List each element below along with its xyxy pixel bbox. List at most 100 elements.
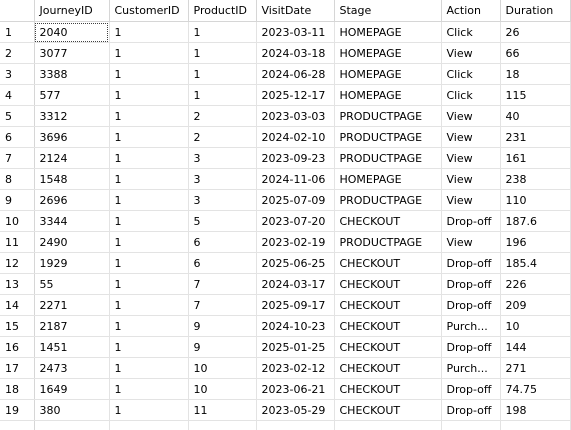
cell-stage[interactable]: HOMEPAGE xyxy=(334,63,442,85)
cell-duration[interactable]: 66 xyxy=(500,42,571,64)
cell-duration[interactable]: 161 xyxy=(500,147,571,169)
row-number[interactable]: 17 xyxy=(0,357,35,379)
cell-journeyid[interactable]: 1451 xyxy=(34,336,110,358)
cell-action[interactable]: View xyxy=(441,168,501,190)
cell-customerid[interactable]: 1 xyxy=(109,147,189,169)
cell-productid[interactable]: 9 xyxy=(188,315,257,337)
cell-journeyid[interactable]: 3312 xyxy=(34,105,110,127)
row-number[interactable]: 10 xyxy=(0,210,35,232)
cell-stage[interactable]: HOMEPAGE xyxy=(334,21,442,43)
cell-visitdate[interactable]: 2023-09-23 xyxy=(256,147,335,169)
cell-action[interactable]: View xyxy=(441,126,501,148)
table-row[interactable]: 6 3696 1 2 2024-02-10 PRODUCTPAGE View 2… xyxy=(0,126,571,148)
cell-duration[interactable]: 231 xyxy=(500,126,571,148)
cell-stage[interactable]: PRODUCTPAGE xyxy=(334,126,442,148)
cell-visitdate[interactable]: 2024-03-17 xyxy=(256,273,335,295)
row-number[interactable]: 18 xyxy=(0,378,35,400)
table-row[interactable]: 13 55 1 7 2024-03-17 CHECKOUT Drop-off 2… xyxy=(0,273,571,295)
cell-journeyid[interactable]: 1649 xyxy=(34,378,110,400)
row-number[interactable]: 13 xyxy=(0,273,35,295)
cell-action[interactable]: Drop-off xyxy=(441,210,501,232)
row-number[interactable]: 5 xyxy=(0,105,35,127)
cell-productid[interactable]: 11 xyxy=(188,399,257,421)
cell-duration[interactable]: 110 xyxy=(500,189,571,211)
table-row[interactable]: 18 1649 1 10 2023-06-21 CHECKOUT Drop-of… xyxy=(0,378,571,400)
cell-journeyid[interactable]: 2473 xyxy=(34,357,110,379)
cell-action[interactable]: Click xyxy=(441,21,501,43)
cell-journeyid[interactable]: 1548 xyxy=(34,168,110,190)
cell-duration[interactable]: 238 xyxy=(500,168,571,190)
table-row[interactable]: 15 2187 1 9 2024-10-23 CHECKOUT Purch...… xyxy=(0,315,571,337)
row-number[interactable]: 15 xyxy=(0,315,35,337)
cell-action[interactable]: Drop-off xyxy=(441,252,501,274)
cell-action[interactable]: Drop-off xyxy=(441,294,501,316)
cell-visitdate[interactable]: 2024-02-10 xyxy=(256,126,335,148)
cell-duration[interactable]: 198 xyxy=(500,399,571,421)
cell-productid[interactable]: 9 xyxy=(188,336,257,358)
cell-customerid[interactable]: 1 xyxy=(109,126,189,148)
row-number[interactable]: 3 xyxy=(0,63,35,85)
cell-productid[interactable]: 3 xyxy=(188,189,257,211)
cell-productid[interactable]: 7 xyxy=(188,294,257,316)
cell-duration[interactable]: 187.6 xyxy=(500,210,571,232)
cell-action[interactable]: View xyxy=(441,189,501,211)
cell-action[interactable]: Drop-off xyxy=(441,273,501,295)
cell-duration[interactable]: 185.4 xyxy=(500,252,571,274)
cell-visitdate[interactable]: 2025-01-25 xyxy=(256,336,335,358)
cell-customerid[interactable]: 1 xyxy=(109,63,189,85)
cell-productid[interactable]: 6 xyxy=(188,231,257,253)
cell-customerid[interactable]: 1 xyxy=(109,42,189,64)
row-number[interactable]: 2 xyxy=(0,42,35,64)
cell-journeyid[interactable]: 3344 xyxy=(34,210,110,232)
cell-visitdate[interactable]: 2024-06-28 xyxy=(256,63,335,85)
column-header-journeyid[interactable]: JourneyID xyxy=(34,0,110,22)
row-number[interactable]: 8 xyxy=(0,168,35,190)
cell-stage[interactable]: PRODUCTPAGE xyxy=(334,231,442,253)
table-row[interactable]: 17 2473 1 10 2023-02-12 CHECKOUT Purch..… xyxy=(0,357,571,379)
cell-stage[interactable]: CHECKOUT xyxy=(334,357,442,379)
cell-stage[interactable]: CHECKOUT xyxy=(334,315,442,337)
cell-visitdate[interactable]: 2025-09-17 xyxy=(256,294,335,316)
cell-visitdate[interactable]: 2023-05-29 xyxy=(256,399,335,421)
cell-duration[interactable]: 74.75 xyxy=(500,378,571,400)
row-number[interactable]: 7 xyxy=(0,147,35,169)
cell-productid[interactable]: 2 xyxy=(188,126,257,148)
cell-duration[interactable]: 26 xyxy=(500,21,571,43)
column-header-duration[interactable]: Duration xyxy=(500,0,571,22)
cell-journeyid[interactable]: 2696 xyxy=(34,189,110,211)
column-header-action[interactable]: Action xyxy=(441,0,501,22)
cell-productid[interactable]: 1 xyxy=(188,63,257,85)
row-number[interactable]: 11 xyxy=(0,231,35,253)
cell-duration[interactable]: 10 xyxy=(500,315,571,337)
cell-journeyid[interactable]: 55 xyxy=(34,273,110,295)
table-row[interactable]: 14 2271 1 7 2025-09-17 CHECKOUT Drop-off… xyxy=(0,294,571,316)
cell-productid[interactable]: 10 xyxy=(188,357,257,379)
cell-stage[interactable]: CHECKOUT xyxy=(334,399,442,421)
table-row[interactable]: 9 2696 1 3 2025-07-09 PRODUCTPAGE View 1… xyxy=(0,189,571,211)
cell-stage[interactable]: CHECKOUT xyxy=(334,294,442,316)
cell-visitdate[interactable]: 2024-03-18 xyxy=(256,42,335,64)
cell-duration[interactable]: 115 xyxy=(500,84,571,106)
table-row[interactable]: 8 1548 1 3 2024-11-06 HOMEPAGE View 238 xyxy=(0,168,571,190)
cell-productid[interactable]: 7 xyxy=(188,273,257,295)
cell-visitdate[interactable]: 2024-10-23 xyxy=(256,315,335,337)
cell-visitdate[interactable]: 2023-06-21 xyxy=(256,378,335,400)
cell-visitdate[interactable]: 2025-07-09 xyxy=(256,189,335,211)
cell-action[interactable]: Click xyxy=(441,84,501,106)
row-number[interactable]: 12 xyxy=(0,252,35,274)
table-row[interactable]: 11 2490 1 6 2023-02-19 PRODUCTPAGE View … xyxy=(0,231,571,253)
cell-visitdate[interactable]: 2023-02-12 xyxy=(256,357,335,379)
cell-visitdate[interactable]: 2023-03-03 xyxy=(256,105,335,127)
cell-productid[interactable]: 1 xyxy=(188,42,257,64)
cell-journeyid[interactable]: 2124 xyxy=(34,147,110,169)
cell-stage[interactable]: CHECKOUT xyxy=(334,210,442,232)
row-number[interactable]: 16 xyxy=(0,336,35,358)
cell-action[interactable]: Purch... xyxy=(441,315,501,337)
cell-journeyid[interactable]: 3388 xyxy=(34,63,110,85)
table-row[interactable]: 12 1929 1 6 2025-06-25 CHECKOUT Drop-off… xyxy=(0,252,571,274)
cell-customerid[interactable]: 1 xyxy=(109,399,189,421)
row-number[interactable]: 14 xyxy=(0,294,35,316)
column-header-visitdate[interactable]: VisitDate xyxy=(256,0,335,22)
cell-journeyid[interactable]: 2040 xyxy=(34,21,110,43)
cell-duration[interactable]: 40 xyxy=(500,105,571,127)
